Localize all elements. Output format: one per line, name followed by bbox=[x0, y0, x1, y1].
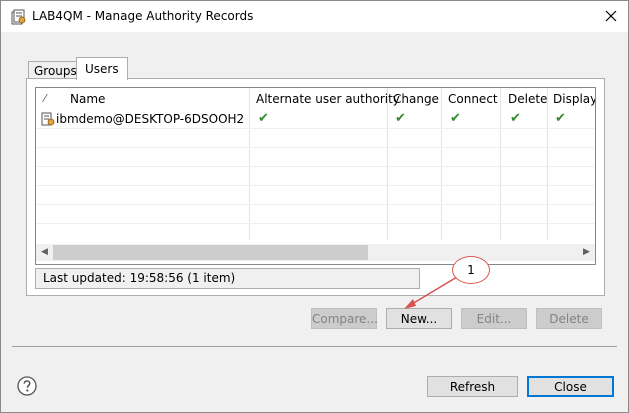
tab-groups-label: Groups bbox=[34, 64, 77, 78]
scroll-left-icon[interactable]: ◀ bbox=[36, 244, 53, 261]
callout-arrow bbox=[404, 276, 458, 309]
check-icon: ✔ bbox=[258, 111, 269, 126]
compare-button[interactable]: Compare... bbox=[311, 308, 378, 329]
row-gridline bbox=[36, 128, 595, 129]
row-gridline bbox=[36, 166, 595, 167]
window-title: LAB4QM - Manage Authority Records bbox=[32, 9, 254, 23]
authority-records-table[interactable]: ⁄ Name Alternate user authority Change C… bbox=[35, 87, 596, 265]
column-header-change[interactable]: Change bbox=[393, 88, 439, 110]
tab-users[interactable]: Users bbox=[76, 57, 128, 80]
manage-authority-records-window: LAB4QM - Manage Authority Records Groups… bbox=[0, 0, 629, 413]
column-header-name[interactable]: Name bbox=[70, 88, 105, 110]
row-gridline bbox=[36, 185, 595, 186]
close-button[interactable]: Close bbox=[527, 376, 614, 397]
check-icon: ✔ bbox=[510, 111, 521, 126]
tab-users-label: Users bbox=[85, 62, 119, 76]
edit-button[interactable]: Edit... bbox=[461, 308, 527, 329]
column-header-alternate-user-authority[interactable]: Alternate user authority bbox=[256, 88, 400, 110]
row-gridline bbox=[36, 147, 595, 148]
close-window-icon[interactable] bbox=[600, 5, 622, 27]
check-icon: ✔ bbox=[395, 111, 406, 126]
user-record-icon bbox=[41, 112, 55, 126]
title-bar: LAB4QM - Manage Authority Records bbox=[1, 1, 628, 32]
horizontal-scrollbar[interactable]: ◀ ▶ bbox=[36, 244, 595, 261]
delete-button[interactable]: Delete bbox=[536, 308, 602, 329]
column-header-display[interactable]: Display bbox=[553, 88, 595, 110]
table-header: ⁄ Name Alternate user authority Change C… bbox=[36, 88, 595, 110]
row-gridline bbox=[36, 223, 595, 224]
check-icon: ✔ bbox=[450, 111, 461, 126]
footer-divider bbox=[12, 346, 617, 347]
refresh-button[interactable]: Refresh bbox=[427, 376, 518, 397]
table-row[interactable]: ibmdemo@DESKTOP-6DSOOH2 ✔ ✔ ✔ ✔ ✔ bbox=[36, 110, 595, 128]
authority-records-icon bbox=[11, 9, 26, 25]
column-header-connect[interactable]: Connect bbox=[448, 88, 498, 110]
scrollbar-thumb[interactable] bbox=[53, 245, 368, 260]
help-icon[interactable] bbox=[17, 376, 37, 396]
check-icon: ✔ bbox=[555, 111, 566, 126]
users-tab-panel: ⁄ Name Alternate user authority Change C… bbox=[26, 78, 605, 296]
last-updated-status: Last updated: 19:58:56 (1 item) bbox=[35, 268, 420, 289]
column-header-delete[interactable]: Delete bbox=[508, 88, 547, 110]
row-name: ibmdemo@DESKTOP-6DSOOH2 bbox=[56, 112, 245, 126]
scroll-right-icon[interactable]: ▶ bbox=[578, 244, 595, 261]
sort-indicator-icon[interactable]: ⁄ bbox=[44, 88, 46, 110]
callout-badge: 1 bbox=[452, 256, 490, 284]
row-gridline bbox=[36, 204, 595, 205]
